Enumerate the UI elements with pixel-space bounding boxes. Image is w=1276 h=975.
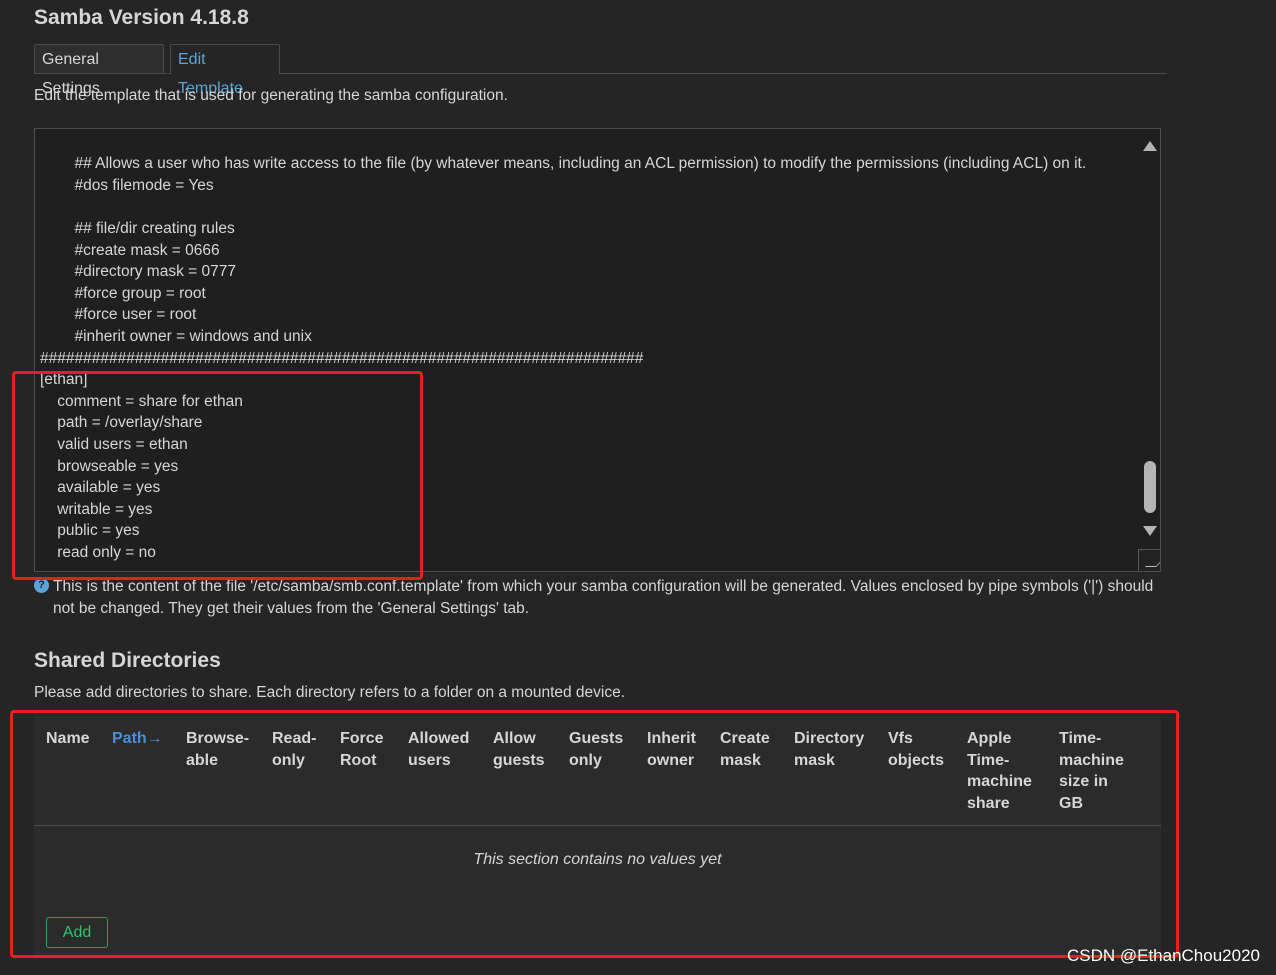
- template-description: Edit the template that is used for gener…: [34, 87, 508, 104]
- tab-general-settings[interactable]: General Settings: [34, 44, 164, 97]
- tab-edit-template[interactable]: Edit Template: [170, 44, 280, 97]
- shared-directories-title: Shared Directories: [34, 649, 221, 672]
- scrollbar-thumb[interactable]: [1144, 461, 1156, 513]
- scroll-down-arrow-icon[interactable]: [1143, 526, 1157, 536]
- shared-directories-description: Please add directories to share. Each di…: [34, 684, 626, 701]
- tab-bar: General Settings Edit Template: [34, 44, 1167, 97]
- vertical-scrollbar[interactable]: [1138, 129, 1160, 571]
- watermark: CSDN @EthanChou2020: [1066, 946, 1260, 965]
- scroll-up-arrow-icon[interactable]: [1143, 141, 1157, 151]
- highlight-box-ethan-share: [12, 371, 423, 580]
- info-icon: ?: [34, 578, 49, 593]
- resize-handle-icon[interactable]: [1138, 549, 1160, 571]
- template-hint: This is the content of the file '/etc/sa…: [53, 578, 1154, 617]
- highlight-box-shared-directories: [10, 710, 1179, 958]
- page-title: Samba Version 4.18.8: [34, 6, 249, 29]
